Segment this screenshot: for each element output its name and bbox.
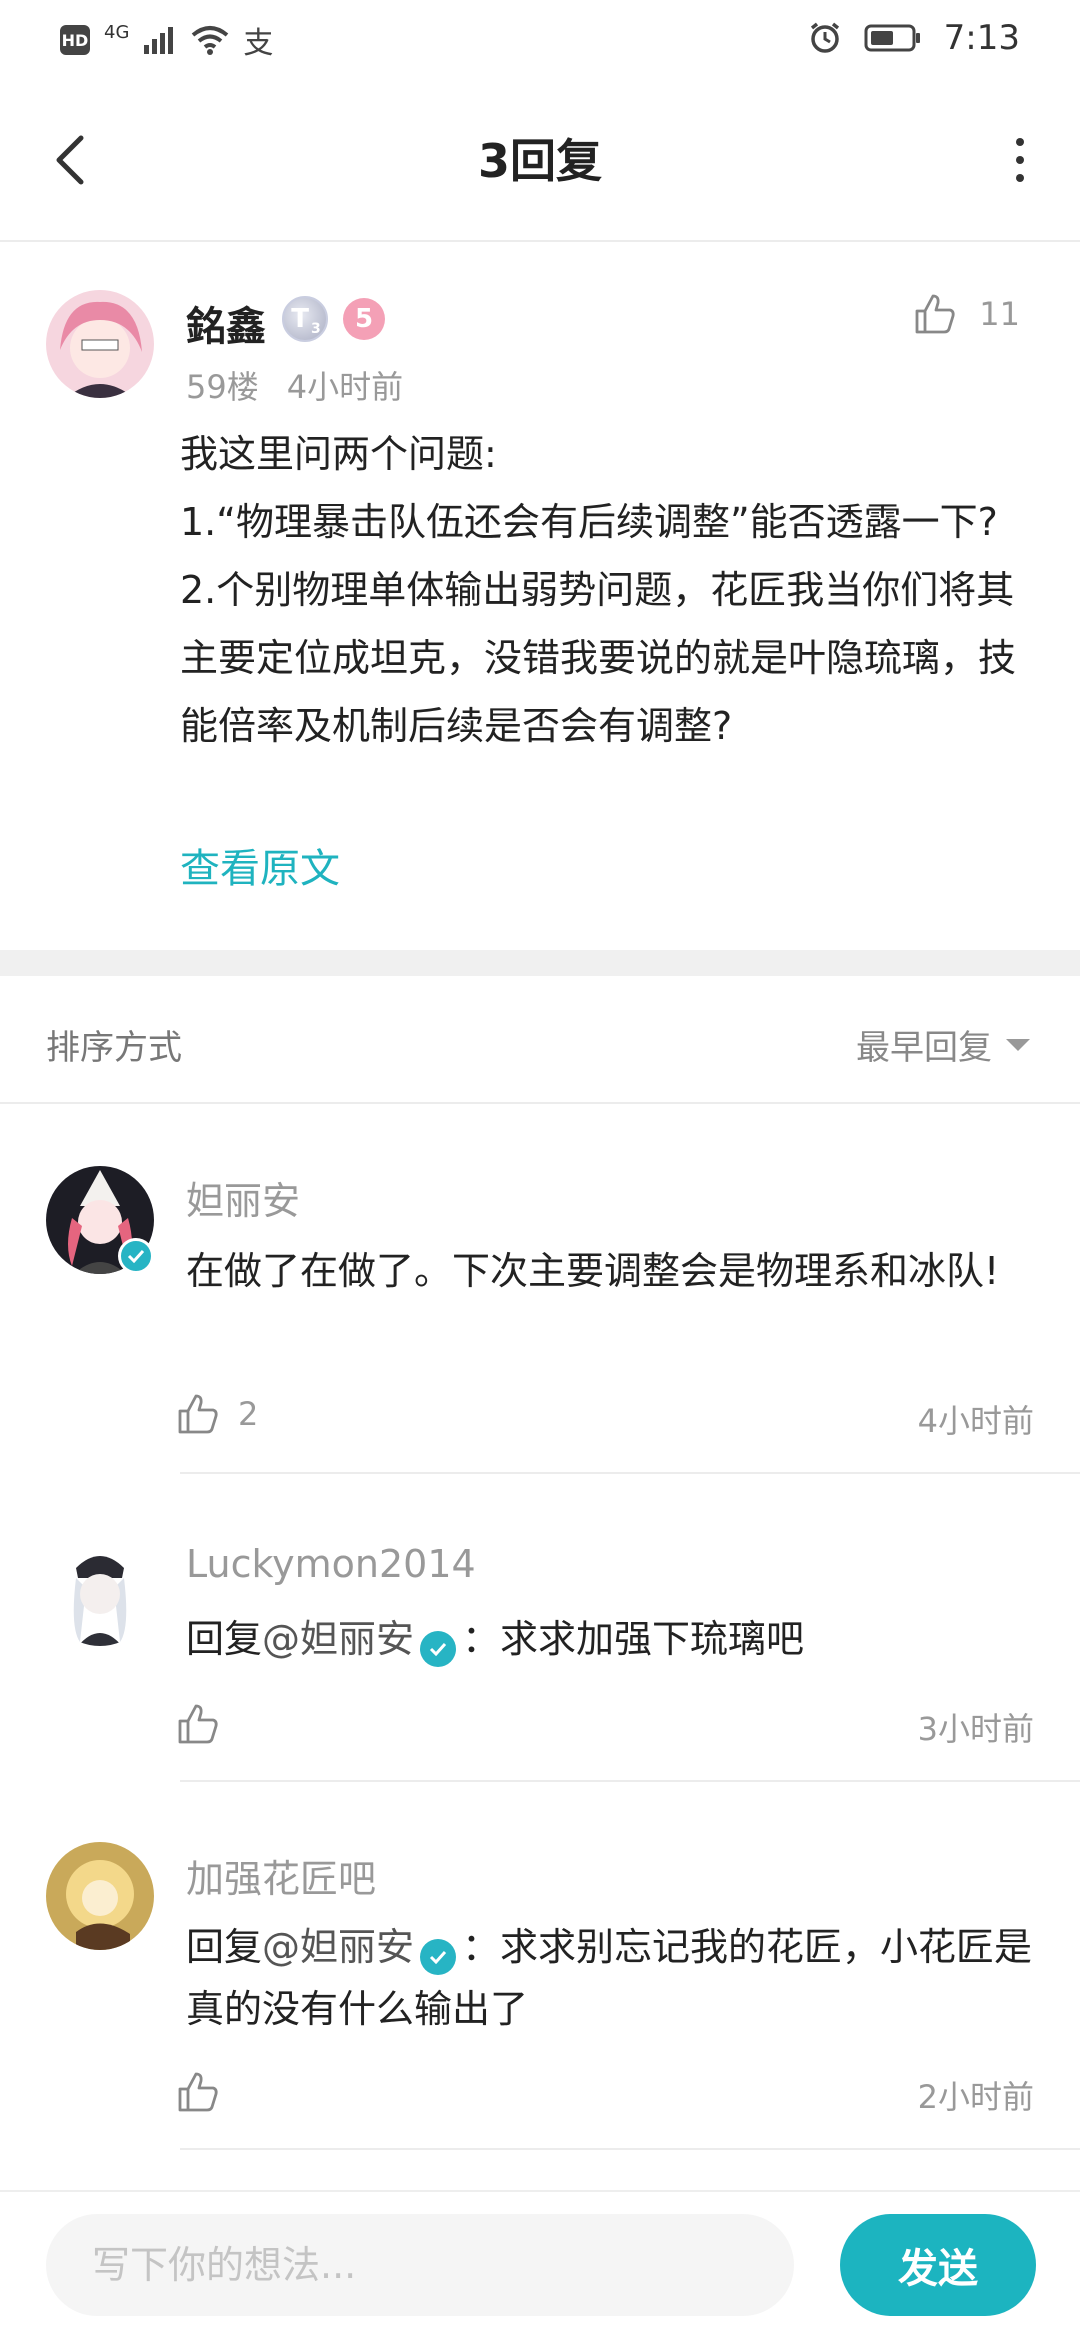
- sort-selected-value: 最早回复: [856, 1028, 992, 1068]
- post-author-avatar[interactable]: [46, 290, 154, 398]
- post-line: 我这里问两个问题:: [180, 432, 497, 476]
- network-label: 4G: [104, 21, 130, 43]
- reply-divider: [180, 1472, 1080, 1474]
- level-badge-icon: T 3: [282, 296, 328, 342]
- verified-icon: [420, 1939, 457, 1975]
- post-body: 我这里问两个问题: 1.“物理暴击队伍还会有后续调整”能否透露一下? 2.个别物…: [180, 420, 1030, 760]
- avatar-image-icon: [46, 290, 154, 398]
- header-divider: [0, 240, 1080, 242]
- verified-icon: [118, 1238, 154, 1274]
- thumbs-up-icon: [178, 1394, 218, 1434]
- mention-link[interactable]: @妲丽安: [262, 1925, 414, 1969]
- composer-divider: [0, 2190, 1080, 2192]
- page-title: 3回复: [477, 134, 602, 188]
- reply-time: 3小时前: [917, 1710, 1034, 1748]
- reply-like-count: 2: [238, 1395, 259, 1433]
- sort-divider: [0, 1102, 1080, 1104]
- alipay-icon: 支: [243, 26, 274, 61]
- more-dot: [1016, 174, 1024, 182]
- reply-avatar[interactable]: [46, 1538, 154, 1646]
- post-time: 4小时前: [286, 368, 404, 406]
- view-original-link[interactable]: 查看原文: [180, 836, 340, 894]
- reply-text-line: 回复@妲丽安 ：求求别忘记我的花匠，小花匠是真的没有什么输出了: [186, 1916, 1036, 2040]
- reply-divider: [180, 2148, 1080, 2150]
- status-left: HD 4G 支: [60, 18, 273, 62]
- more-button[interactable]: [1000, 130, 1040, 190]
- more-dot: [1016, 156, 1024, 164]
- sort-select[interactable]: 最早回复: [856, 1020, 1030, 1069]
- reply-prefix: 回复: [186, 1925, 263, 1969]
- reply-like-button[interactable]: [176, 1702, 238, 1746]
- sort-label: 排序方式: [46, 1028, 182, 1068]
- reply-time: 4小时前: [917, 1402, 1034, 1440]
- mention-link[interactable]: @妲丽安: [262, 1617, 414, 1661]
- post-like-button[interactable]: 11: [913, 292, 1020, 336]
- post-line: 1.“物理暴击队伍还会有后续调整”能否透露一下?: [180, 500, 998, 544]
- post-line: 2.个别物理单体输出弱势问题，花匠我当你们将其主要定位成坦克，没错我要说的就是叶…: [180, 568, 1017, 748]
- wifi-icon: [192, 26, 229, 55]
- caret-down-icon: [1006, 1038, 1030, 1051]
- reply-text: ：求求加强下琉璃吧: [462, 1617, 805, 1661]
- signal-icon: [144, 27, 174, 54]
- post-floor: 59楼: [186, 368, 259, 406]
- avatar-image-icon: [46, 1842, 154, 1950]
- comment-input[interactable]: [46, 2214, 794, 2316]
- section-separator: [0, 950, 1080, 976]
- reply-like-button[interactable]: [176, 2070, 238, 2114]
- post-author-name[interactable]: 銘鑫: [186, 294, 266, 352]
- hd-icon: HD: [60, 25, 90, 55]
- battery-icon: [864, 24, 920, 52]
- avatar-image-icon: [46, 1538, 154, 1646]
- send-button[interactable]: 发送: [840, 2214, 1036, 2316]
- clock: 7:13: [943, 18, 1020, 58]
- reply-author-name[interactable]: 妲丽安: [186, 1170, 300, 1225]
- reply-prefix: 回复: [186, 1617, 263, 1661]
- reply-author-name[interactable]: 加强花匠吧: [186, 1848, 376, 1903]
- status-right: 7:13: [808, 18, 1020, 58]
- reply-avatar[interactable]: [46, 1842, 154, 1950]
- reply-divider: [180, 1780, 1080, 1782]
- level-badge-label: T: [291, 304, 309, 334]
- reply-time: 2小时前: [917, 2078, 1034, 2116]
- more-vertical-icon: [1016, 138, 1024, 146]
- fan-badge-icon: 5: [343, 298, 385, 340]
- reply-text-line: 回复@妲丽安 ：求求加强下琉璃吧: [186, 1608, 1036, 1670]
- status-bar: HD 4G 支 7:13: [0, 0, 1080, 80]
- level-badge-sub: 3: [311, 321, 321, 337]
- post-like-count: 11: [979, 295, 1020, 333]
- thumbs-up-icon: [915, 294, 955, 334]
- alarm-icon: [810, 22, 839, 53]
- reply-like-button[interactable]: 2: [176, 1392, 258, 1436]
- thumbs-up-icon: [178, 2072, 218, 2112]
- verified-icon: [420, 1631, 457, 1667]
- thumbs-up-icon: [178, 1704, 218, 1744]
- header: 3回复: [0, 95, 1080, 225]
- reply-text: 在做了在做了。下次主要调整会是物理系和冰队!: [186, 1249, 1000, 1293]
- reply-author-name[interactable]: Luckymon2014: [186, 1542, 476, 1586]
- post-meta: 59楼 4小时前: [186, 362, 403, 408]
